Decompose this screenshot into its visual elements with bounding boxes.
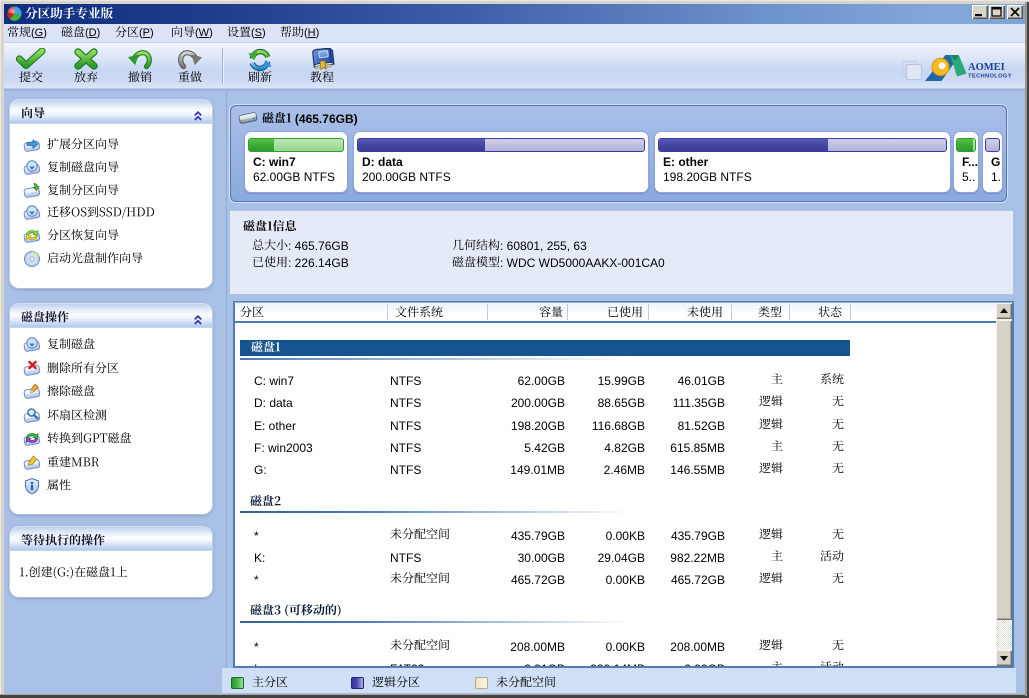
svg-text:TECHNOLOGY: TECHNOLOGY — [968, 74, 1012, 80]
svg-text:AOMEI: AOMEI — [968, 62, 1005, 73]
